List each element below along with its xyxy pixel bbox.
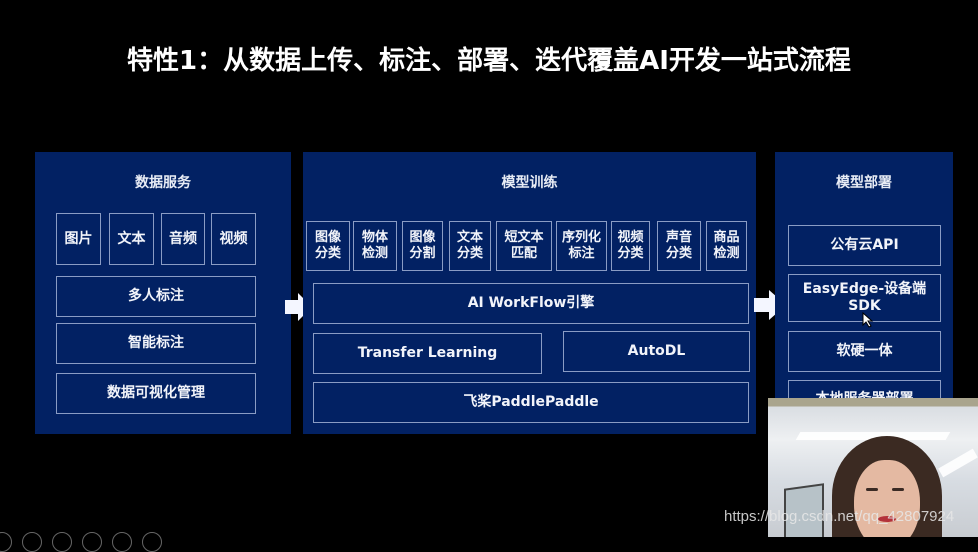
training-task-line2: 分类 [456, 246, 483, 261]
data-type-text: 文本 [109, 213, 154, 265]
presentation-control-button[interactable] [112, 532, 132, 552]
model-training-panel: 模型训练 图像 分类 物体 检测 图像 分割 文本 分类 短文本 匹配 序列化 标注 视频 分类 声音 分类商… [303, 152, 756, 434]
data-type-video: 视频 [211, 213, 256, 265]
multi-person-labeling: 多人标注 [56, 276, 256, 317]
autodl: AutoDL [563, 331, 750, 372]
presentation-control-button[interactable] [142, 532, 162, 552]
watermark: https://blog.csdn.net/qq_42807924 [724, 508, 955, 525]
training-task-line2: 分类 [617, 246, 644, 261]
training-task: 商品 检测 [706, 221, 747, 271]
training-task-line2: 分类 [314, 246, 341, 261]
model-deploy-panel: 模型部署 公有云API EasyEdge-设备端 SDK 软硬一体 本地服务器部… [775, 152, 953, 421]
data-visualization-management: 数据可视化管理 [56, 373, 256, 414]
training-task: 视频 分类 [611, 221, 650, 271]
training-task-line1: 图像 [409, 229, 436, 245]
training-task: 短文本 匹配 [496, 221, 552, 271]
model-deploy-title: 模型部署 [836, 175, 892, 191]
training-task: 声音 分类 [657, 221, 701, 271]
training-task-line2: 匹配 [510, 246, 537, 261]
slide-title: 特性1：从数据上传、标注、部署、迭代覆盖AI开发一站式流程 [127, 46, 851, 76]
training-task-line2: 标注 [568, 246, 595, 261]
data-service-title: 数据服务 [135, 175, 191, 191]
training-task: 文本 分类 [449, 221, 491, 271]
presentation-control-button[interactable] [82, 532, 102, 552]
mouse-cursor-icon [862, 312, 874, 328]
training-task-line1: 物体 [361, 229, 388, 245]
training-task-line2: 分类 [665, 246, 692, 261]
data-type-audio: 音频 [161, 213, 205, 265]
training-task-line1: 视频 [617, 229, 644, 245]
presentation-control-button[interactable] [0, 532, 12, 552]
presentation-control-button[interactable] [52, 532, 72, 552]
hardware-software-integration: 软硬一体 [788, 331, 941, 372]
training-task-line1: 序列化 [561, 229, 601, 245]
training-task-line1: 文本 [456, 229, 483, 245]
transfer-learning: Transfer Learning [313, 333, 542, 374]
training-task-line1: 短文本 [504, 229, 544, 245]
training-task-line1: 图像 [314, 229, 341, 245]
data-service-panel: 数据服务 图片 文本 音频 视频 多人标注 智能标注 数据可视化管理 [35, 152, 291, 434]
smart-labeling: 智能标注 [56, 323, 256, 364]
training-task-line2: 检测 [713, 246, 740, 261]
training-task-line2: 检测 [361, 246, 388, 261]
model-training-title: 模型训练 [501, 175, 558, 191]
ai-workflow-engine: AI WorkFlow引擎 [313, 283, 749, 324]
data-type-image: 图片 [56, 213, 101, 265]
training-task: 物体 检测 [353, 221, 397, 271]
training-task-line1: 商品 [713, 229, 740, 245]
public-cloud-api: 公有云API [788, 225, 941, 266]
paddlepaddle-framework: 飞桨PaddlePaddle [313, 382, 749, 423]
training-task: 图像 分割 [402, 221, 443, 271]
presentation-control-button[interactable] [22, 532, 42, 552]
easyedge-label: EasyEdge-设备端 [802, 281, 927, 298]
training-task-line2: 分割 [409, 246, 436, 261]
training-task: 序列化 标注 [556, 221, 607, 271]
training-task-line1: 声音 [665, 229, 692, 245]
training-task: 图像 分类 [306, 221, 350, 271]
